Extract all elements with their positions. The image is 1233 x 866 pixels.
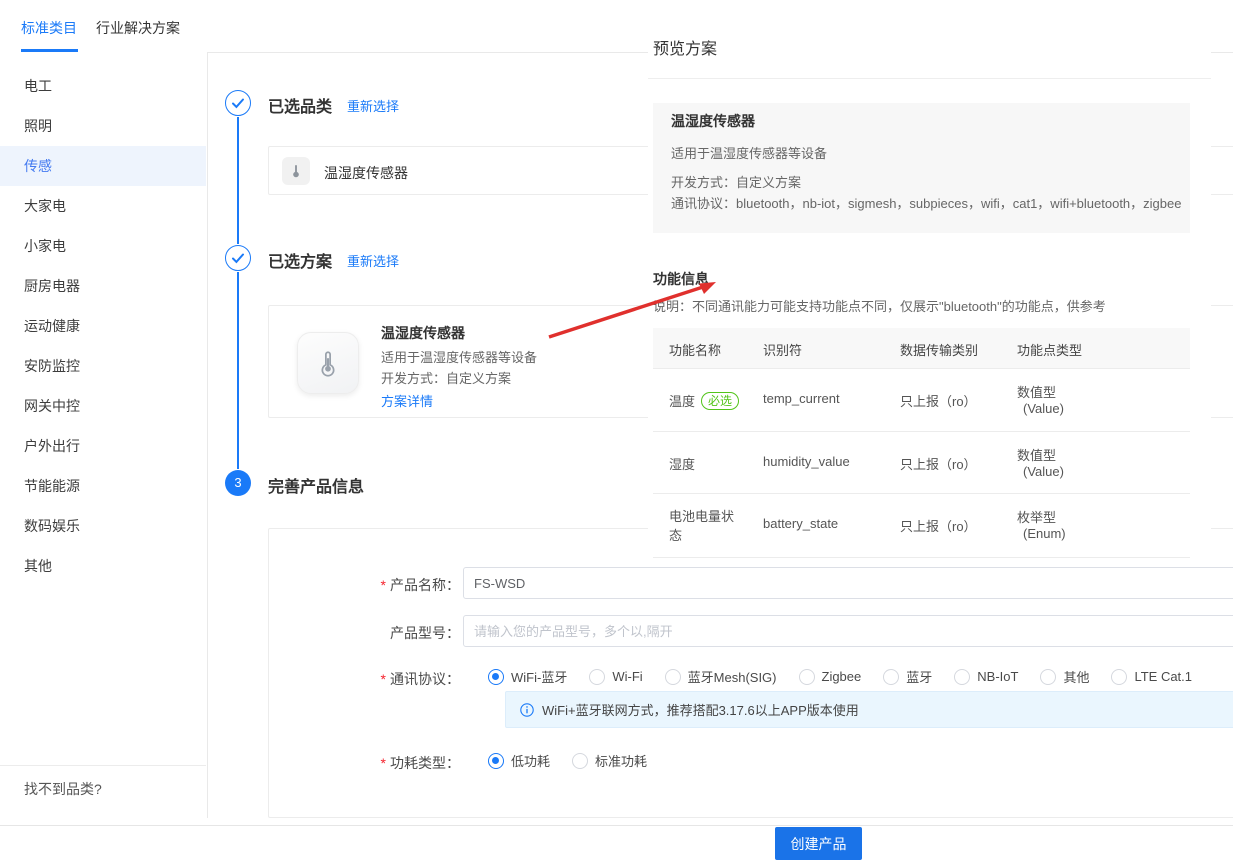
plan-desc: 适用于温湿度传感器等设备 — [381, 347, 537, 366]
info-icon — [520, 703, 534, 717]
sidebar-item-outdoor[interactable]: 户外出行 — [0, 426, 206, 466]
radio-ble[interactable]: 蓝牙 — [883, 667, 932, 686]
category-sidebar: 电工 照明 传感 大家电 小家电 厨房电器 运动健康 安防监控 网关中控 户外出… — [0, 52, 208, 818]
product-model-label: 产品型号： — [268, 623, 460, 643]
footer-bar — [0, 825, 1233, 866]
step1-reselect-link[interactable]: 重新选择 — [347, 96, 399, 115]
radio-lte-cat1[interactable]: LTE Cat.1 — [1111, 669, 1192, 685]
protocol-tip-alert: WiFi+蓝牙联网方式，推荐搭配3.17.6以上APP版本使用 — [505, 691, 1233, 728]
required-asterisk: * — [381, 577, 386, 593]
required-asterisk: * — [381, 755, 386, 771]
divider — [648, 78, 1211, 79]
step-connector — [237, 117, 239, 244]
required-badge: 必选 — [701, 392, 739, 410]
selected-category-name: 温湿度传感器 — [324, 163, 408, 183]
radio-low-power[interactable]: 低功耗 — [488, 751, 550, 770]
sidebar-item-lighting[interactable]: 照明 — [0, 106, 206, 146]
function-info-note: 说明：不同通讯能力可能支持功能点不同，仅展示"bluetooth"的功能点，供参… — [653, 296, 1106, 315]
tab-industry-solution[interactable]: 行业解决方案 — [96, 18, 180, 38]
protocol-tip-text: WiFi+蓝牙联网方式，推荐搭配3.17.6以上APP版本使用 — [542, 700, 859, 719]
summary-dev-mode: 开发方式：自定义方案 — [671, 172, 801, 191]
step1-title: 已选品类 — [268, 93, 332, 117]
cannot-find-category-link[interactable]: 找不到品类? — [0, 765, 206, 799]
function-table: 功能名称 识别符 数据传输类别 功能点类型 温度必选 temp_current … — [653, 328, 1190, 558]
radio-icon — [799, 669, 815, 685]
sidebar-item-gateway[interactable]: 网关中控 — [0, 386, 206, 426]
plan-preview-panel: 预览方案 温湿度传感器 适用于温湿度传感器等设备 开发方式：自定义方案 通讯协议… — [648, 30, 1211, 560]
step2-reselect-link[interactable]: 重新选择 — [347, 251, 399, 270]
plan-name: 温湿度传感器 — [381, 323, 465, 343]
summary-protocols: 通讯协议：bluetooth，nb-iot，sigmesh，subpieces，… — [671, 193, 1181, 212]
create-product-button[interactable]: 创建产品 — [775, 827, 862, 860]
sidebar-item-security[interactable]: 安防监控 — [0, 346, 206, 386]
step2-title: 已选方案 — [268, 248, 332, 272]
sidebar-item-health[interactable]: 运动健康 — [0, 306, 206, 346]
protocol-label: *通讯协议： — [268, 669, 460, 689]
radio-icon — [488, 669, 504, 685]
protocol-radio-group: WiFi-蓝牙 Wi-Fi 蓝牙Mesh(SIG) Zigbee 蓝牙 NB-I… — [488, 667, 1192, 686]
product-name-input[interactable] — [463, 567, 1233, 599]
radio-icon — [883, 669, 899, 685]
required-asterisk: * — [381, 671, 386, 687]
check-icon — [226, 91, 250, 115]
step1-check-circle — [225, 90, 251, 116]
plan-dev-mode: 开发方式：自定义方案 — [381, 368, 511, 387]
step-connector — [237, 272, 239, 469]
sidebar-item-small-appliance[interactable]: 小家电 — [0, 226, 206, 266]
radio-wifi[interactable]: Wi-Fi — [589, 669, 642, 685]
radio-nbiot[interactable]: NB-IoT — [954, 669, 1018, 685]
summary-name: 温湿度传感器 — [671, 111, 755, 131]
preview-panel-title: 预览方案 — [653, 35, 717, 59]
step2-check-circle — [225, 245, 251, 271]
table-row: 电池电量状态 battery_state 只上报（ro） 枚举型(Enum) — [653, 494, 1190, 558]
radio-icon — [589, 669, 605, 685]
sidebar-item-kitchen[interactable]: 厨房电器 — [0, 266, 206, 306]
radio-other[interactable]: 其他 — [1040, 667, 1089, 686]
function-info-heading: 功能信息 — [653, 269, 709, 289]
sidebar-item-sensor[interactable]: 传感 — [0, 146, 206, 186]
radio-wifi-ble[interactable]: WiFi-蓝牙 — [488, 667, 567, 686]
summary-desc: 适用于温湿度传感器等设备 — [671, 143, 827, 162]
radio-icon — [488, 753, 504, 769]
radio-icon — [1111, 669, 1127, 685]
tab-standard-category[interactable]: 标准类目 — [21, 18, 77, 38]
thermometer-icon — [297, 332, 359, 394]
radio-icon — [1040, 669, 1056, 685]
radio-icon — [954, 669, 970, 685]
product-model-input[interactable] — [463, 615, 1233, 647]
radio-zigbee[interactable]: Zigbee — [799, 669, 862, 685]
thermometer-icon — [282, 157, 310, 185]
table-row: 温度必选 temp_current 只上报（ro） 数值型(Value) — [653, 369, 1190, 432]
plan-summary-card: 温湿度传感器 适用于温湿度传感器等设备 开发方式：自定义方案 通讯协议：blue… — [653, 103, 1190, 233]
radio-standard-power[interactable]: 标准功耗 — [572, 751, 647, 770]
plan-detail-link[interactable]: 方案详情 — [381, 391, 433, 410]
table-row: 湿度 humidity_value 只上报（ro） 数值型(Value) — [653, 432, 1190, 494]
sidebar-item-large-appliance[interactable]: 大家电 — [0, 186, 206, 226]
radio-icon — [665, 669, 681, 685]
sidebar-item-energy[interactable]: 节能能源 — [0, 466, 206, 506]
step3-title: 完善产品信息 — [268, 473, 364, 497]
step3-number-circle: 3 — [225, 470, 251, 496]
radio-ble-mesh[interactable]: 蓝牙Mesh(SIG) — [665, 667, 777, 686]
sidebar-item-electrical[interactable]: 电工 — [0, 66, 206, 106]
sidebar-item-other[interactable]: 其他 — [0, 546, 206, 586]
radio-icon — [572, 753, 588, 769]
power-type-radio-group: 低功耗 标准功耗 — [488, 751, 647, 770]
sidebar-item-digital-entertainment[interactable]: 数码娱乐 — [0, 506, 206, 546]
product-name-label: *产品名称： — [268, 575, 460, 595]
check-icon — [226, 246, 250, 270]
function-table-header: 功能名称 识别符 数据传输类别 功能点类型 — [653, 328, 1190, 369]
power-type-label: *功耗类型： — [268, 753, 460, 773]
